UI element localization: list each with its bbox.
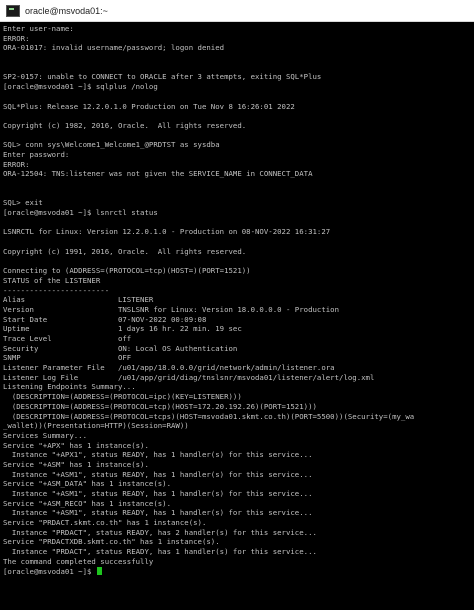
terminal-line: Security ON: Local OS Authentication xyxy=(3,343,238,353)
terminal-line: Listener Parameter File /u01/app/18.0.0.… xyxy=(3,363,335,373)
terminal-line: Trace Level off xyxy=(3,334,132,343)
terminal-line: Instance "+ASM1", status READY, has 1 ha… xyxy=(3,469,313,479)
window-titlebar[interactable]: oracle@msvoda01:~ xyxy=(0,0,474,22)
text-cursor xyxy=(96,566,102,575)
terminal-line: SQL> exit xyxy=(3,198,43,208)
terminal-line: Enter user-name: xyxy=(3,24,74,33)
terminal-line: _wallet))(Presentation=HTTP)(Session=RAW… xyxy=(3,421,189,431)
terminal-line: ORA-12504: TNS:listener was not given th… xyxy=(3,169,313,179)
terminal-line: Version TNSLSNR for Linux: Version 18.0.… xyxy=(3,304,340,314)
terminal-line: ORA-01017: invalid username/password; lo… xyxy=(3,43,225,53)
terminal-line: Alias LISTENER xyxy=(3,295,154,305)
terminal-line: Copyright (c) 1982, 2016, Oracle. All ri… xyxy=(3,120,247,130)
terminal-line: Instance "+ASM1", status READY, has 1 ha… xyxy=(3,489,313,498)
terminal-line: Service "PRDACTXDB.skmt.co.th" has 1 ins… xyxy=(3,537,220,547)
terminal-line: Connecting to (ADDRESS=(PROTOCOL=tcp)(HO… xyxy=(3,266,251,276)
terminal-app-icon xyxy=(6,4,20,17)
terminal-line: SP2-0157: unable to CONNECT to ORACLE af… xyxy=(3,72,322,82)
terminal-line: (DESCRIPTION=(ADDRESS=(PROTOCOL=ipc)(KEY… xyxy=(3,392,242,402)
terminal-line: STATUS of the LISTENER xyxy=(3,275,101,285)
terminal-line: [oracle@msvoda01 ~]$ lsnrctl status xyxy=(3,208,158,218)
terminal-line: ERROR: xyxy=(3,159,30,169)
shell-prompt: [oracle@msvoda01 ~]$ xyxy=(3,566,96,576)
window-title: oracle@msvoda01:~ xyxy=(25,5,108,16)
terminal-line: LSNRCTL for Linux: Version 12.2.0.1.0 - … xyxy=(3,227,331,237)
terminal-line: Start Date 07-NOV-2022 00:09:08 xyxy=(3,314,207,324)
terminal-line: The command completed successfully xyxy=(3,556,154,566)
terminal-output[interactable]: Enter user-name: ERROR: ORA-01017: invalid… xyxy=(0,22,474,610)
terminal-line: ERROR: xyxy=(3,33,30,43)
terminal-line: Service "PRDACT.skmt.co.th" has 1 instan… xyxy=(3,518,207,528)
terminal-prompt-line[interactable]: [oracle@msvoda01 ~]$ xyxy=(3,566,472,577)
terminal-line: Instance "+APX1", status READY, has 1 ha… xyxy=(3,450,313,460)
terminal-line: Listener Log File /u01/app/grid/diag/tns… xyxy=(3,372,375,382)
terminal-line: Instance "+ASM1", status READY, has 1 ha… xyxy=(3,508,313,518)
terminal-line: SQL*Plus: Release 12.2.0.1.0 Production … xyxy=(3,101,295,111)
terminal-line: Service "+ASM_RECO" has 1 instance(s). xyxy=(3,498,172,508)
terminal-line: Service "+APX" has 1 instance(s). xyxy=(3,440,149,450)
terminal-line: SQL> conn sys\Welcome1_Welcome1_@PRDTST … xyxy=(3,140,220,150)
terminal-line: Enter password: xyxy=(3,149,70,159)
terminal-line: Copyright (c) 1991, 2016, Oracle. All ri… xyxy=(3,246,247,256)
terminal-line: ------------------------ xyxy=(3,285,110,295)
terminal-line: Instance "PRDACT", status READY, has 1 h… xyxy=(3,547,317,557)
terminal-line: (DESCRIPTION=(ADDRESS=(PROTOCOL=tcp)(HOS… xyxy=(3,401,317,411)
terminal-line: Listening Endpoints Summary... xyxy=(3,382,136,392)
terminal-line: [oracle@msvoda01 ~]$ sqlplus /nolog xyxy=(3,82,158,92)
terminal-line: SNMP OFF xyxy=(3,353,132,363)
terminal-line: (DESCRIPTION=(ADDRESS=(PROTOCOL=tcps)(HO… xyxy=(3,411,415,421)
terminal-line: Service "+ASM_DATA" has 1 instance(s). xyxy=(3,479,172,489)
terminal-line: Services Summary... xyxy=(3,430,88,440)
terminal-line: Uptime 1 days 16 hr. 22 min. 19 sec xyxy=(3,324,242,334)
terminal-line: Instance "PRDACT", status READY, has 2 h… xyxy=(3,527,317,537)
terminal-line: Service "+ASM" has 1 instance(s). xyxy=(3,459,149,469)
